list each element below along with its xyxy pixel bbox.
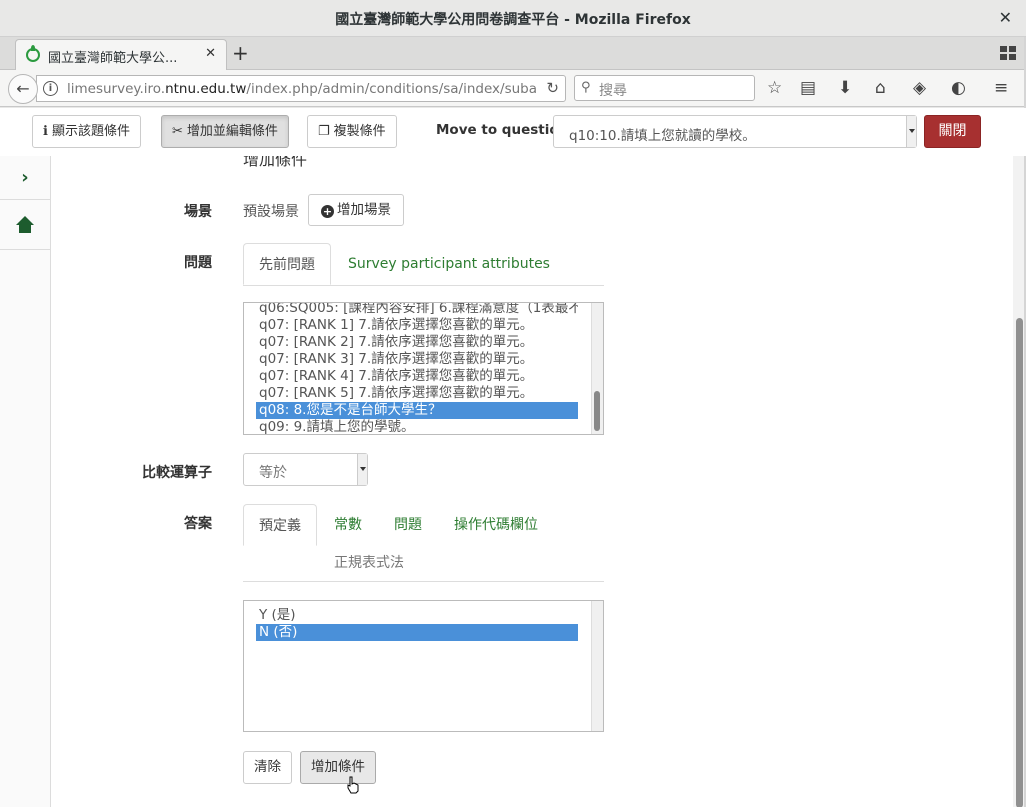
plus-circle-icon: + <box>321 205 334 218</box>
answer-listbox[interactable]: Y (是) N (否) <box>243 600 604 732</box>
add-condition-button[interactable]: 增加條件 <box>300 751 376 784</box>
operator-value: 等於 <box>259 465 287 481</box>
tab-close-icon[interactable]: ✕ <box>205 46 216 61</box>
tab-question[interactable]: 問題 <box>394 504 422 546</box>
limesurvey-favicon-icon <box>26 45 40 62</box>
sidebar-home-button[interactable] <box>0 202 50 250</box>
question-tabs: 先前問題 Survey participant attributes <box>243 243 604 288</box>
home-icon[interactable]: ⌂ <box>875 79 886 97</box>
tab-token-field[interactable]: 操作代碼欄位 <box>454 504 538 546</box>
page-scroll-thumb[interactable] <box>1016 318 1023 807</box>
window-title: 國立臺灣師範大學公用問卷調查平台 - Mozilla Firefox <box>335 12 691 28</box>
tab-constant[interactable]: 常數 <box>334 504 362 546</box>
sync-icon[interactable]: ◐ <box>951 79 966 97</box>
info-circle-icon: ℹ <box>43 124 48 139</box>
list-item[interactable]: q07: [RANK 1] 7.請依序選擇您喜歡的單元。 <box>256 317 578 334</box>
url-text[interactable]: limesurvey.iro.ntnu.edu.tw/index.php/adm… <box>67 81 537 97</box>
move-to-question-select[interactable]: q10:10.請填上您就讀的學校。 <box>553 115 917 148</box>
answer-label: 答案 <box>184 516 212 532</box>
chevron-down-icon <box>357 454 367 485</box>
new-tab-icon[interactable]: + <box>232 43 249 63</box>
list-item[interactable]: q09: 9.請填上您的學號。 <box>256 419 578 434</box>
info-icon[interactable]: i <box>43 81 58 96</box>
window-titlebar: 國立臺灣師範大學公用問卷調查平台 - Mozilla Firefox ✕ <box>0 0 1026 37</box>
home-icon <box>16 216 34 234</box>
list-item[interactable]: q07: [RANK 4] 7.請依序選擇您喜歡的單元。 <box>256 368 578 385</box>
pocket-icon[interactable]: ◈ <box>913 79 926 97</box>
back-icon[interactable]: ← <box>8 74 38 104</box>
conditions-toolbar: ℹ 顯示該題條件 ✂ 增加並編輯條件 ❐ 複製條件 Move to question:… <box>0 108 1026 156</box>
answer-list-scrollbar[interactable] <box>591 601 603 731</box>
operator-label: 比較運算子 <box>142 465 212 481</box>
download-icon[interactable]: ⬇ <box>838 79 852 97</box>
question-list-scrollbar[interactable] <box>591 303 603 434</box>
scenario-label: 場景 <box>184 204 212 220</box>
window-close-icon[interactable]: ✕ <box>999 8 1012 27</box>
answer-tabs: 預定義 常數 問題 操作代碼欄位 正規表式法 <box>243 504 604 584</box>
browser-tab-bar: 國立臺灣師範大學公... ✕ + <box>0 37 1026 70</box>
sidebar-expand-icon[interactable]: › <box>0 156 50 200</box>
show-conditions-button[interactable]: ℹ 顯示該題條件 <box>32 115 141 148</box>
move-to-question-value: q10:10.請填上您就讀的學校。 <box>569 128 756 144</box>
chevron-down-icon <box>906 116 916 147</box>
star-icon[interactable]: ☆ <box>767 79 782 97</box>
tab-list-icon[interactable] <box>1000 46 1016 60</box>
search-icon: ⚲ <box>581 80 591 95</box>
list-item-selected[interactable]: N (否) <box>256 624 578 641</box>
operator-select[interactable]: 等於 <box>243 453 368 486</box>
url-bar[interactable]: i limesurvey.iro.ntnu.edu.tw/index.php/a… <box>36 75 566 102</box>
add-edit-conditions-button[interactable]: ✂ 增加並編輯條件 <box>161 115 289 148</box>
browser-nav-bar: i limesurvey.iro.ntnu.edu.tw/index.php/a… <box>0 70 1026 107</box>
search-placeholder: 搜尋 <box>599 83 627 99</box>
menu-icon[interactable]: ≡ <box>994 79 1008 97</box>
list-item[interactable]: q07: [RANK 3] 7.請依序選擇您喜歡的單元。 <box>256 351 578 368</box>
list-item[interactable]: q06:SQ005: [課程內容安排] 6.課程滿意度（1表最不滿意 <box>256 303 578 317</box>
list-item-selected[interactable]: q08: 8.您是不是台師大學生？ <box>256 402 578 419</box>
sidebar: › <box>0 156 51 807</box>
copy-icon: ❐ <box>318 124 330 139</box>
tab-predefined[interactable]: 預定義 <box>243 504 317 546</box>
browser-tab[interactable]: 國立臺灣師範大學公... ✕ <box>15 39 227 70</box>
question-listbox[interactable]: q06:SQ005: [課程內容安排] 6.課程滿意度（1表最不滿意 q07: … <box>243 302 604 435</box>
copy-conditions-button[interactable]: ❐ 複製條件 <box>307 115 397 148</box>
list-item[interactable]: q07: [RANK 2] 7.請依序選擇您喜歡的單元。 <box>256 334 578 351</box>
scissors-icon: ✂ <box>172 124 183 139</box>
hand-cursor-icon <box>347 776 359 794</box>
close-button[interactable]: 關閉 <box>924 115 981 148</box>
tab-survey-participant-attributes[interactable]: Survey participant attributes <box>348 243 550 285</box>
reader-icon[interactable]: ▤ <box>800 79 816 97</box>
search-input[interactable]: ⚲ 搜尋 <box>574 75 755 101</box>
add-scenario-button[interactable]: + 增加場景 <box>308 194 404 226</box>
scenario-default-text: 預設場景 <box>243 204 299 220</box>
list-item[interactable]: q07: [RANK 5] 7.請依序選擇您喜歡的單元。 <box>256 385 578 402</box>
reload-icon[interactable]: ↻ <box>546 79 559 97</box>
question-list-scroll-thumb[interactable] <box>594 391 600 431</box>
tab-previous-questions[interactable]: 先前問題 <box>243 243 331 285</box>
page-content: › 增加條件 ℹ 顯示該題條件 ✂ 增加並編輯條件 ❐ 複製條件 Move to qu… <box>0 108 1026 807</box>
browser-tab-label: 國立臺灣師範大學公... <box>48 51 178 66</box>
clear-button[interactable]: 清除 <box>243 751 292 784</box>
tab-regex[interactable]: 正規表式法 <box>334 542 404 584</box>
question-label: 問題 <box>184 255 212 271</box>
list-item[interactable]: Y (是) <box>256 607 578 624</box>
